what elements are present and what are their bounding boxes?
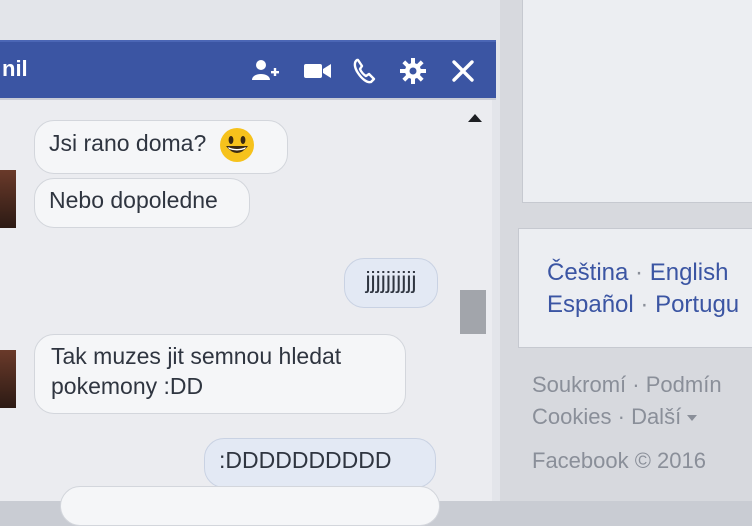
language-card: Čeština · English Español · Portugu bbox=[518, 228, 752, 348]
footer-link-more[interactable]: Další bbox=[631, 404, 681, 429]
smiley-emoji-icon bbox=[219, 128, 254, 162]
chevron-down-icon[interactable] bbox=[687, 415, 698, 422]
message-bubble-received: Tak muzes jit semnou hledat pokemony :DD bbox=[34, 334, 406, 414]
message-bubble-received: Nebo dopoledne bbox=[34, 178, 250, 228]
message-text: Tak muzes jit semnou hledat pokemony :DD bbox=[51, 343, 342, 399]
scrollbar-thumb[interactable] bbox=[460, 290, 486, 334]
add-person-icon[interactable] bbox=[250, 56, 280, 86]
right-column: Čeština · English Español · Portugu Souk… bbox=[500, 0, 752, 501]
chat-panel: nil Jsi rano doma? Nebo dopoledne jjjjjj… bbox=[0, 0, 500, 526]
language-row: Español · Portugu bbox=[547, 291, 739, 319]
message-bubble-partial bbox=[60, 486, 440, 526]
language-row: Čeština · English bbox=[547, 259, 728, 287]
avatar[interactable] bbox=[0, 170, 16, 228]
chat-title[interactable]: nil bbox=[2, 56, 28, 82]
message-bubble-sent: :DDDDDDDDDD bbox=[204, 438, 436, 488]
message-list[interactable]: Jsi rano doma? Nebo dopoledne jjjjjjjjjj… bbox=[0, 100, 492, 526]
separator: · bbox=[617, 404, 632, 429]
language-link[interactable]: Portugu bbox=[655, 291, 739, 318]
language-link[interactable]: English bbox=[650, 259, 729, 286]
phone-call-icon[interactable] bbox=[350, 56, 380, 86]
separator: · bbox=[640, 291, 656, 318]
footer-link-terms[interactable]: Podmín bbox=[646, 372, 722, 397]
gear-icon[interactable] bbox=[398, 56, 428, 86]
chat-header: nil bbox=[0, 40, 496, 100]
message-text: Nebo dopoledne bbox=[49, 187, 218, 213]
video-call-icon[interactable] bbox=[302, 56, 332, 86]
footer-row: Cookies · Další bbox=[532, 404, 698, 430]
separator: · bbox=[632, 372, 646, 397]
scroll-up-arrow-icon[interactable] bbox=[468, 114, 482, 122]
footer-link-privacy[interactable]: Soukromí bbox=[532, 372, 626, 397]
message-text: Jsi rano doma? bbox=[49, 130, 207, 157]
footer-row: Soukromí · Podmín bbox=[532, 372, 722, 398]
message-text: :DDDDDDDDDD bbox=[219, 447, 392, 473]
message-bubble-sent: jjjjjjjjjj bbox=[344, 258, 438, 308]
copyright: Facebook © 2016 bbox=[532, 448, 706, 473]
right-top-card bbox=[522, 0, 752, 203]
language-link[interactable]: Čeština bbox=[547, 259, 628, 286]
message-bubble-received: Jsi rano doma? bbox=[34, 120, 288, 174]
separator: · bbox=[635, 259, 650, 286]
message-text: jjjjjjjjjj bbox=[365, 267, 417, 293]
avatar[interactable] bbox=[0, 350, 16, 408]
footer-link-cookies[interactable]: Cookies bbox=[532, 404, 611, 429]
close-icon[interactable] bbox=[448, 56, 478, 86]
language-link[interactable]: Español bbox=[547, 291, 634, 318]
